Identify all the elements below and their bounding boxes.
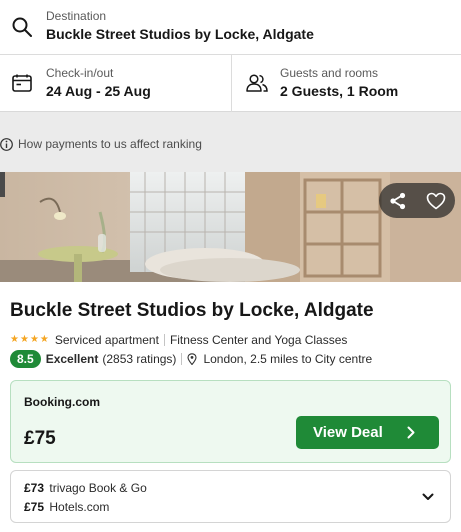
rating-word: Excellent	[45, 352, 99, 366]
alt-deal-provider: Hotels.com	[49, 500, 110, 514]
calendar-icon	[12, 74, 32, 92]
star-icon: ★	[10, 334, 19, 345]
guests-value: 2 Guests, 1 Room	[280, 83, 399, 99]
star-icon: ★	[29, 334, 39, 345]
view-deal-button[interactable]: View Deal	[296, 416, 439, 449]
hotel-type: Serviced apartment	[54, 333, 159, 347]
score-badge: 8.5	[10, 350, 41, 368]
chevron-right-icon	[407, 426, 415, 439]
top-deal[interactable]: Booking.com £75 View Deal	[10, 380, 451, 463]
location-pin-icon	[187, 353, 197, 365]
hotel-meta: ★ ★ ★ ★ Serviced apartment Fitness Cente…	[10, 332, 347, 348]
destination-label: Destination	[46, 9, 107, 23]
hotel-amenity: Fitness Center and Yoga Classes	[169, 333, 348, 347]
other-deals[interactable]: £73 trivago Book & Go £75 Hotels.com	[10, 470, 451, 523]
favorite-button[interactable]	[417, 183, 455, 218]
heart-icon	[426, 192, 446, 209]
rating-row: 8.5 Excellent (2853 ratings) London, 2.5…	[10, 350, 372, 368]
divider	[163, 334, 165, 346]
guests-icon	[246, 74, 268, 92]
alt-deal: £75 Hotels.com	[24, 500, 109, 514]
ranking-info-link[interactable]: How payments to us affect ranking	[0, 136, 202, 152]
deal-price: £75	[24, 428, 56, 449]
star-icon: ★	[19, 334, 29, 345]
info-icon	[0, 137, 13, 151]
alt-deal-price: £73	[24, 481, 45, 495]
guests-label: Guests and rooms	[280, 66, 379, 80]
rating-count: (2853 ratings)	[102, 352, 177, 366]
destination-value: Buckle Street Studios by Locke, Aldgate	[46, 26, 314, 42]
hotel-location: London, 2.5 miles to City centre	[203, 352, 373, 366]
search-card: Destination Buckle Street Studios by Loc…	[0, 0, 461, 112]
chevron-down-icon[interactable]	[422, 493, 434, 501]
search-icon	[12, 17, 32, 37]
checkin-value: 24 Aug - 25 Aug	[46, 83, 151, 99]
hotel-card: Buckle Street Studios by Locke, Aldgate …	[0, 172, 461, 532]
guests-field[interactable]: Guests and rooms 2 Guests, 1 Room	[232, 55, 461, 112]
alt-deal-price: £75	[24, 500, 45, 514]
deal-provider: Booking.com	[24, 395, 101, 409]
alt-deal: £73 trivago Book & Go	[24, 481, 147, 495]
checkin-field[interactable]: Check-in/out 24 Aug - 25 Aug	[0, 55, 232, 112]
alt-deal-provider: trivago Book & Go	[49, 481, 147, 495]
checkin-label: Check-in/out	[46, 66, 114, 80]
hotel-photo[interactable]	[0, 172, 461, 282]
share-button[interactable]	[379, 183, 417, 218]
hotel-name[interactable]: Buckle Street Studios by Locke, Aldgate	[10, 300, 374, 322]
divider	[181, 353, 183, 365]
photo-actions	[379, 183, 455, 218]
star-icon: ★	[39, 334, 49, 345]
destination-field[interactable]: Destination Buckle Street Studios by Loc…	[0, 0, 461, 55]
share-icon	[390, 192, 406, 209]
view-deal-label: View Deal	[313, 424, 383, 441]
ranking-info-text: How payments to us affect ranking	[18, 137, 202, 151]
star-rating: ★ ★ ★ ★	[10, 335, 50, 345]
dates-guests-row: Check-in/out 24 Aug - 25 Aug Guests and …	[0, 55, 461, 112]
